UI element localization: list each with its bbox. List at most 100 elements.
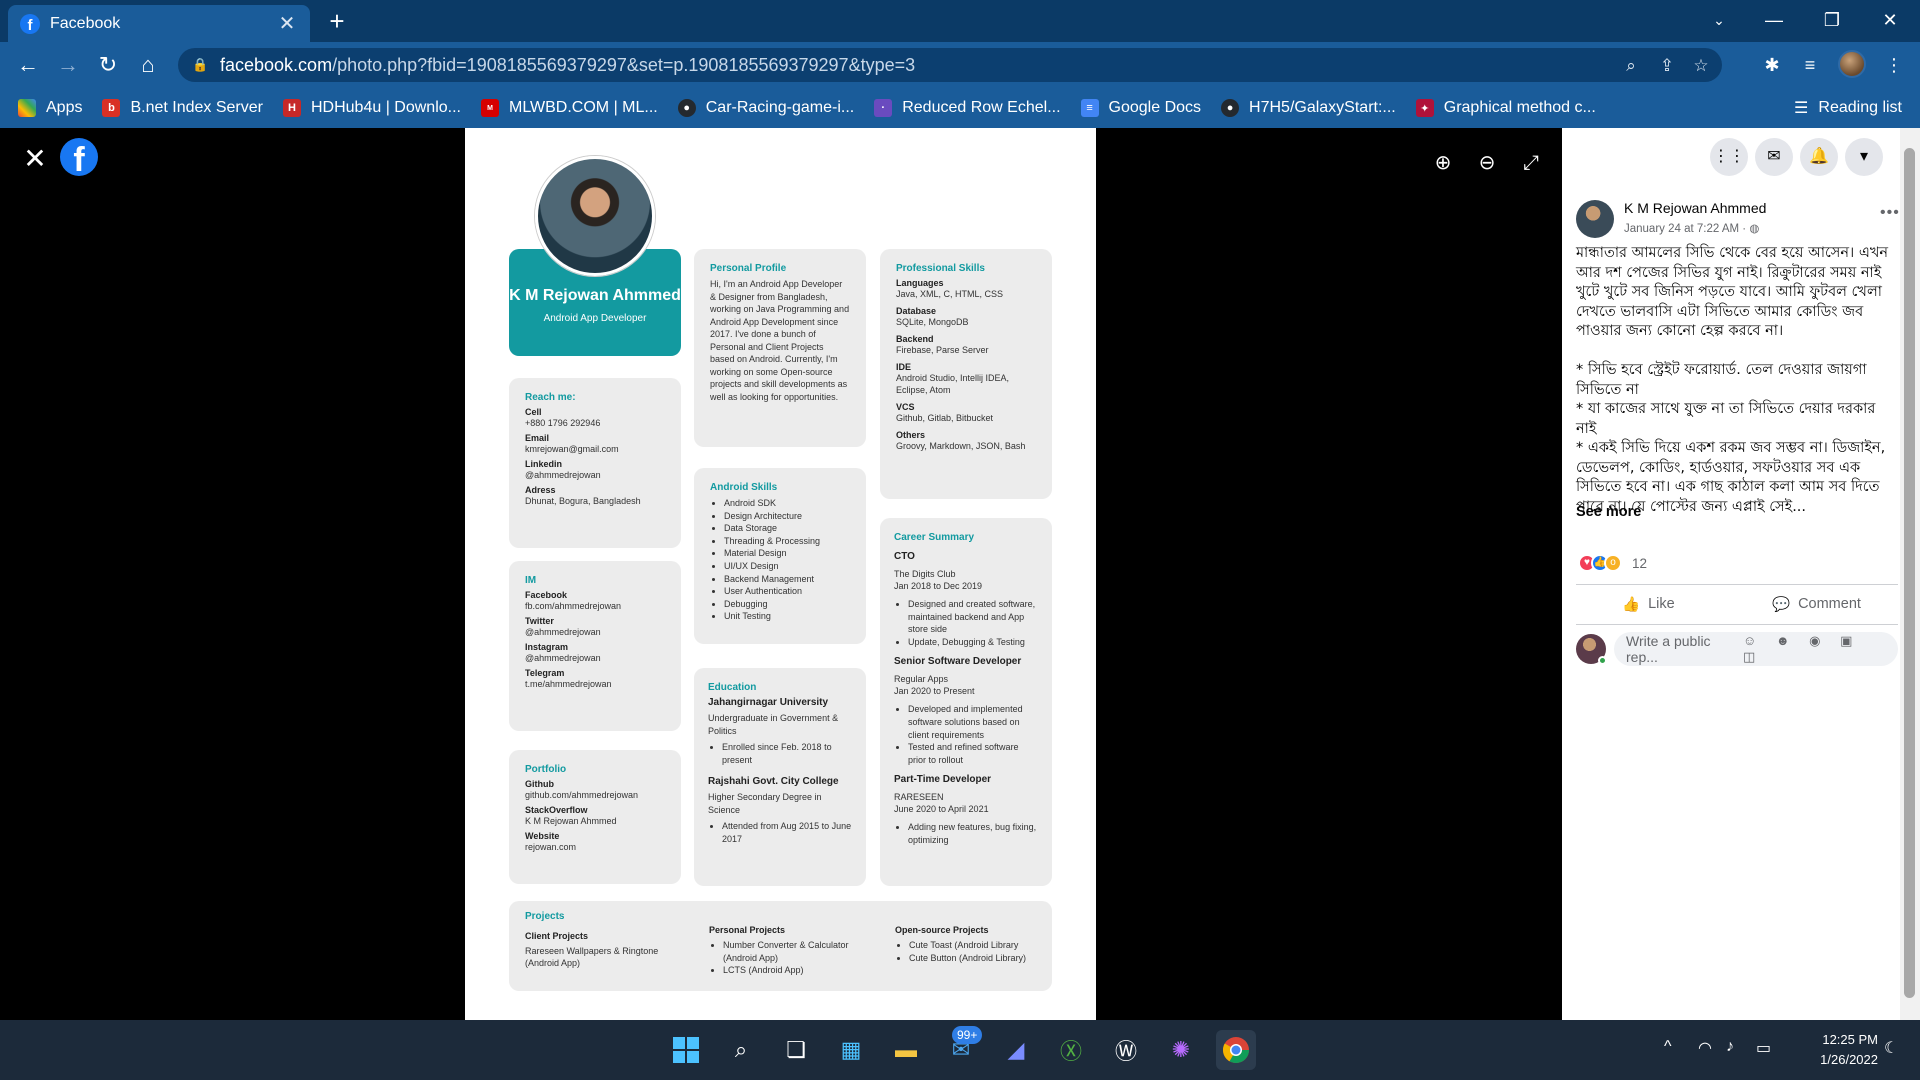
comment-label: Comment (1798, 596, 1861, 612)
tray-chevron-icon[interactable]: ^ (1664, 1038, 1672, 1056)
account-dropdown-icon[interactable]: ▾ (1845, 138, 1883, 176)
field-label: Personal Projects (709, 925, 786, 935)
bookmark-google-docs[interactable]: ≡ Google Docs (1080, 99, 1202, 117)
bookmark-apps[interactable]: Apps (18, 99, 82, 117)
field-value: K M Rejowan Ahmmed (525, 816, 617, 826)
bookmark-mlwbd[interactable]: M MLWBD.COM | ML... (480, 99, 658, 117)
profile-text: Hi, I'm an Android App Developer & Desig… (710, 279, 850, 402)
forward-button[interactable]: → (52, 49, 84, 81)
more-options-icon[interactable]: ••• (1880, 204, 1900, 222)
post-date-text: January 24 at 7:22 AM · (1624, 223, 1747, 235)
close-window-button[interactable]: ✕ (1861, 0, 1919, 40)
task-view-icon[interactable]: ❏ (776, 1030, 816, 1070)
list-item: UI/UX Design (724, 560, 850, 573)
bookmark-label: Google Docs (1108, 99, 1202, 116)
list-item: Attended from Aug 2015 to June 2017 (722, 820, 852, 845)
restore-button[interactable]: ❐ (1803, 0, 1861, 40)
minimize-button[interactable]: — (1745, 0, 1803, 40)
app-icon[interactable]: ◢ (996, 1030, 1036, 1070)
field-value: Groovy, Markdown, JSON, Bash (896, 441, 1026, 451)
back-button[interactable]: ← (12, 49, 44, 81)
degree: Undergraduate in Government & Politics (708, 713, 839, 736)
list-item: Adding new features, bug fixing, optimiz… (908, 821, 1038, 846)
reading-list-button[interactable]: ☰ Reading list (1794, 88, 1902, 128)
author-name[interactable]: K M Rejowan Ahmmed (1624, 200, 1766, 216)
search-icon[interactable]: ⌕ (721, 1030, 761, 1070)
focus-moon-icon[interactable]: ☾ (1884, 1038, 1898, 1058)
tab-facebook[interactable]: f Facebook ✕ (8, 5, 310, 42)
xbox-icon[interactable]: Ⓧ (1051, 1030, 1091, 1070)
wifi-icon[interactable]: ◠ (1698, 1038, 1712, 1058)
photo-viewer: ✕ f ⊕ ⊖ ⤢ K M Rejowan Ahmmed Android App… (0, 128, 1562, 1020)
reach-card: Reach me: Cell +880 1796 292946 Email km… (509, 378, 681, 548)
job-period: June 2020 to April 2021 (894, 804, 989, 815)
profile-avatar[interactable] (1838, 50, 1866, 78)
messenger-icon[interactable]: ✉ (1755, 138, 1793, 176)
close-tab-icon[interactable]: ✕ (276, 11, 298, 36)
volume-icon[interactable]: ♪ (1726, 1038, 1734, 1056)
menu-grid-icon[interactable]: ⋮⋮ (1710, 138, 1748, 176)
app-w-icon[interactable]: Ⓦ (1106, 1030, 1146, 1070)
section-title: Reach me: (525, 392, 576, 403)
field-label: IDE (896, 362, 912, 372)
lock-icon: 🔒 (192, 57, 209, 72)
field-value: Android Studio, Intellij IDEA, Eclipse, … (896, 373, 1010, 395)
messenger-app-icon[interactable]: ✺ (1161, 1030, 1201, 1070)
clock[interactable]: 12:25 PM 1/26/2022 (1820, 1030, 1878, 1070)
new-tab-button[interactable]: + (322, 6, 352, 36)
bookmark-star-icon[interactable]: ☆ (1690, 55, 1712, 77)
section-title: Portfolio (525, 764, 567, 775)
field-label: Website (525, 831, 560, 841)
zoom-icon[interactable]: ⌕ (1620, 55, 1642, 77)
pro-skills-card: Professional Skills Languages Java, XML,… (880, 249, 1052, 499)
author-avatar[interactable] (1576, 200, 1614, 238)
profile-photo (535, 156, 655, 276)
bookmark-hdhub[interactable]: H HDHub4u | Downlo... (282, 99, 461, 117)
media-control-icon[interactable]: ≡ (1796, 51, 1824, 79)
chrome-icon[interactable] (1216, 1030, 1256, 1070)
field-value: SQLite, MongoDB (896, 317, 969, 327)
tab-search-icon[interactable]: ⌄ (1690, 0, 1748, 40)
bookmark-car-racing[interactable]: ● Car-Racing-game-i... (677, 99, 854, 117)
home-button[interactable]: ⌂ (132, 49, 164, 81)
scrollbar-thumb[interactable] (1904, 148, 1915, 998)
widgets-icon[interactable]: ▦ (831, 1030, 871, 1070)
field-value: +880 1796 292946 (525, 418, 601, 428)
bookmark-bnet[interactable]: b B.net Index Server (102, 99, 263, 117)
job-org: RARESEEN (894, 792, 944, 803)
close-viewer-icon[interactable]: ✕ (20, 144, 50, 174)
speech-bubble-icon: 💬 (1772, 596, 1791, 613)
zoom-out-icon[interactable]: ⊖ (1472, 148, 1502, 178)
comment-attachment-icons[interactable]: ☺ ☻ ◉ ▣ ◫ (1743, 633, 1888, 665)
menu-kebab-icon[interactable]: ⋮ (1880, 51, 1908, 79)
reactions-summary[interactable]: ♥ 👍 o 12 (1578, 554, 1647, 572)
see-more-link[interactable]: See more (1576, 504, 1641, 520)
comment-button[interactable]: 💬 Comment (1772, 590, 1861, 618)
school-name: Rajshahi Govt. City College (708, 776, 839, 788)
list-item: LCTS (Android App) (723, 964, 869, 977)
extensions-icon[interactable]: ✱ (1758, 51, 1786, 79)
job-period: Jan 2020 to Present (894, 686, 975, 697)
like-button[interactable]: 👍 Like (1622, 590, 1675, 618)
bookmark-graphical-method[interactable]: ✦ Graphical method c... (1415, 99, 1596, 117)
google-docs-icon: ≡ (1080, 99, 1099, 117)
mail-badge: 99+ (952, 1026, 983, 1044)
tab-title: Facebook (50, 14, 121, 32)
zoom-in-icon[interactable]: ⊕ (1428, 148, 1458, 178)
bookmark-galaxystart[interactable]: ● H7H5/GalaxyStart:... (1221, 99, 1396, 117)
file-explorer-icon[interactable]: ▬ (886, 1030, 926, 1070)
bookmark-rref[interactable]: · Reduced Row Echel... (874, 99, 1061, 117)
address-bar[interactable]: 🔒 facebook.com/photo.php?fbid=1908185569… (178, 48, 1722, 82)
battery-icon[interactable]: ▭ (1756, 1038, 1771, 1058)
share-icon[interactable]: ⇪ (1656, 55, 1678, 77)
fullscreen-icon[interactable]: ⤢ (1516, 148, 1546, 178)
navigation-toolbar: ← → ↻ ⌂ 🔒 facebook.com/photo.php?fbid=19… (0, 42, 1920, 88)
facebook-favicon-icon: f (20, 13, 40, 34)
comment-input[interactable]: Write a public rep... ☺ ☻ ◉ ▣ ◫ (1614, 632, 1898, 666)
windows-start-icon[interactable] (666, 1030, 706, 1070)
notifications-bell-icon[interactable]: 🔔 (1800, 138, 1838, 176)
post-date[interactable]: January 24 at 7:22 AM · ◍ (1624, 221, 1759, 235)
facebook-logo-icon[interactable]: f (60, 138, 98, 176)
field-label: Languages (896, 278, 944, 288)
reload-button[interactable]: ↻ (92, 49, 124, 81)
